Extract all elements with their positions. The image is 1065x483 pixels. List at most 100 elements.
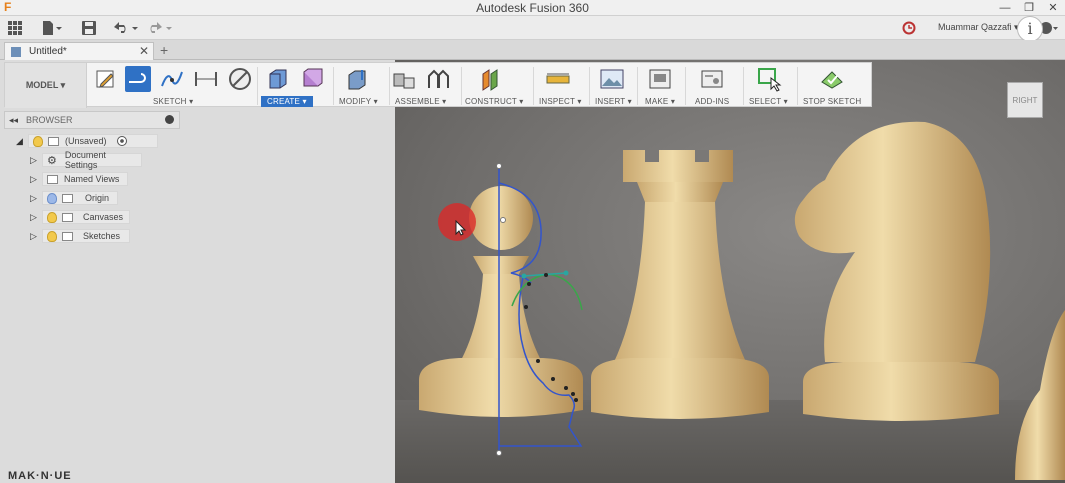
- folder-icon: [47, 174, 58, 184]
- redo-icon[interactable]: [147, 20, 173, 36]
- close-window-button[interactable]: ✕: [1041, 0, 1065, 16]
- create-group-label[interactable]: CREATE ▾: [261, 96, 313, 107]
- sketch-handle[interactable]: [521, 273, 527, 279]
- make-group-label[interactable]: MAKE ▾: [645, 97, 675, 106]
- browser-item-canvases[interactable]: ▷ Canvases: [30, 209, 130, 225]
- browser-root-node[interactable]: ◢ (Unsaved): [16, 133, 158, 149]
- fit-point[interactable]: [551, 377, 555, 381]
- minimize-button[interactable]: —: [993, 0, 1017, 16]
- apps-grid-icon[interactable]: [8, 20, 22, 36]
- info-overlay-button[interactable]: i: [1017, 16, 1043, 42]
- user-account-menu[interactable]: Muammar Qazzafi ▾: [938, 22, 1019, 33]
- expand-triangle-icon[interactable]: ▷: [30, 155, 42, 166]
- tab-untitled[interactable]: Untitled* ✕: [4, 42, 154, 60]
- sketch-handle[interactable]: [563, 270, 569, 276]
- expand-triangle-icon[interactable]: ▷: [30, 212, 42, 223]
- sketch-point-center[interactable]: [500, 217, 506, 223]
- undo-icon[interactable]: [113, 20, 139, 36]
- watermark-logo: MAK·N·UE: [8, 470, 72, 482]
- sketch-point-bottom[interactable]: [496, 450, 502, 456]
- restore-button[interactable]: ❐: [1017, 0, 1041, 16]
- toolbar-separator: [389, 67, 390, 105]
- insert-group-label[interactable]: INSERT ▾: [595, 97, 632, 106]
- dimension-tool-icon[interactable]: [193, 66, 219, 92]
- new-tab-button[interactable]: +: [160, 42, 168, 58]
- press-pull-icon[interactable]: [345, 66, 371, 92]
- sketch-palette-icon[interactable]: [227, 66, 253, 92]
- toolbar-separator: [333, 67, 334, 105]
- assemble-group-label[interactable]: ASSEMBLE ▾: [395, 97, 446, 106]
- fit-point[interactable]: [524, 305, 528, 309]
- expand-triangle-icon[interactable]: ▷: [30, 174, 42, 185]
- modify-group-label[interactable]: MODIFY ▾: [339, 97, 378, 106]
- browser-title: BROWSER: [26, 115, 73, 125]
- construct-group-label[interactable]: CONSTRUCT ▾: [465, 97, 524, 106]
- fit-point[interactable]: [527, 282, 531, 286]
- main-toolbar: MODEL ▾ SKETCH ▾ CREATE ▾ MODIFY ▾ ASSEM…: [4, 62, 872, 108]
- stop-sketch-button[interactable]: STOP SKETCH: [803, 97, 861, 106]
- visibility-bulb-icon[interactable]: [47, 230, 57, 242]
- select-group-label[interactable]: SELECT ▾: [749, 97, 788, 106]
- measure-icon[interactable]: [545, 66, 571, 92]
- select-icon[interactable]: [757, 66, 783, 92]
- sketch-group-label[interactable]: SKETCH ▾: [153, 97, 193, 106]
- save-icon[interactable]: [82, 20, 96, 36]
- create-sketch-icon[interactable]: [93, 66, 119, 92]
- activate-radio-icon[interactable]: [116, 136, 127, 146]
- file-menu-icon[interactable]: [42, 20, 62, 36]
- visibility-bulb-icon[interactable]: [47, 192, 57, 204]
- view-cube[interactable]: RIGHT: [1007, 82, 1043, 118]
- scripts-addins-icon[interactable]: [699, 66, 725, 92]
- attached-canvas-icon[interactable]: [599, 66, 625, 92]
- toolbar-separator: [743, 67, 744, 105]
- sketch-head-arc[interactable]: [498, 182, 542, 284]
- visibility-bulb-icon[interactable]: [47, 211, 57, 223]
- offset-plane-icon[interactable]: [479, 66, 505, 92]
- document-icon: [11, 46, 21, 57]
- browser-item-origin[interactable]: ▷ Origin: [30, 190, 118, 206]
- line-tool-icon[interactable]: [125, 66, 151, 92]
- fit-point[interactable]: [571, 392, 575, 396]
- inspect-group-label[interactable]: INSPECT ▾: [539, 97, 582, 106]
- toolbar-separator: [461, 67, 462, 105]
- title-bar: F Autodesk Fusion 360 — ❐ ✕: [0, 0, 1065, 16]
- add-ins-group-label[interactable]: ADD-INS: [695, 97, 729, 106]
- sketch-point-top[interactable]: [496, 163, 502, 169]
- close-tab-button[interactable]: ✕: [139, 44, 149, 58]
- expand-triangle-icon[interactable]: ▷: [30, 231, 42, 242]
- toolbar-separator: [685, 67, 686, 105]
- box-icon[interactable]: [299, 66, 325, 92]
- fit-point[interactable]: [574, 398, 578, 402]
- browser-panel-header[interactable]: ◂◂ BROWSER: [4, 111, 180, 129]
- browser-item-document-settings[interactable]: ▷ ⚙ Document Settings: [30, 150, 142, 170]
- job-status-icon[interactable]: [902, 20, 916, 36]
- extrude-icon[interactable]: [265, 66, 291, 92]
- folder-icon: [62, 231, 73, 241]
- workspace-switcher[interactable]: MODEL ▾: [5, 63, 87, 108]
- sketch-profile-curve[interactable]: [499, 276, 583, 447]
- fit-point[interactable]: [544, 273, 548, 277]
- expand-triangle-icon[interactable]: ▷: [30, 193, 42, 204]
- tree-item-label: Origin: [85, 193, 110, 203]
- joint-icon[interactable]: [425, 66, 451, 92]
- fit-point[interactable]: [564, 386, 568, 390]
- stop-sketch-icon[interactable]: [819, 66, 845, 92]
- browser-item-named-views[interactable]: ▷ Named Views: [30, 171, 128, 187]
- document-icon: [48, 136, 59, 146]
- spline-tool-icon[interactable]: [159, 66, 185, 92]
- tab-label: Untitled*: [29, 46, 67, 57]
- document-tab-bar: Untitled* ✕ +: [0, 40, 1065, 60]
- tree-item-label: Document Settings: [64, 150, 106, 170]
- folder-icon: [62, 193, 73, 203]
- browser-item-sketches[interactable]: ▷ Sketches: [30, 228, 130, 244]
- window-title: Autodesk Fusion 360: [476, 1, 589, 15]
- visibility-bulb-icon[interactable]: [33, 135, 43, 147]
- 3d-print-icon[interactable]: [647, 66, 673, 92]
- collapse-browser-icon[interactable]: ◂◂: [9, 115, 18, 126]
- browser-options-icon[interactable]: [165, 115, 174, 124]
- mouse-cursor-icon: [455, 220, 467, 236]
- root-label: (Unsaved): [65, 136, 107, 146]
- fit-point[interactable]: [536, 359, 540, 363]
- collapse-triangle-icon[interactable]: ◢: [16, 136, 28, 147]
- new-component-icon[interactable]: [391, 66, 417, 92]
